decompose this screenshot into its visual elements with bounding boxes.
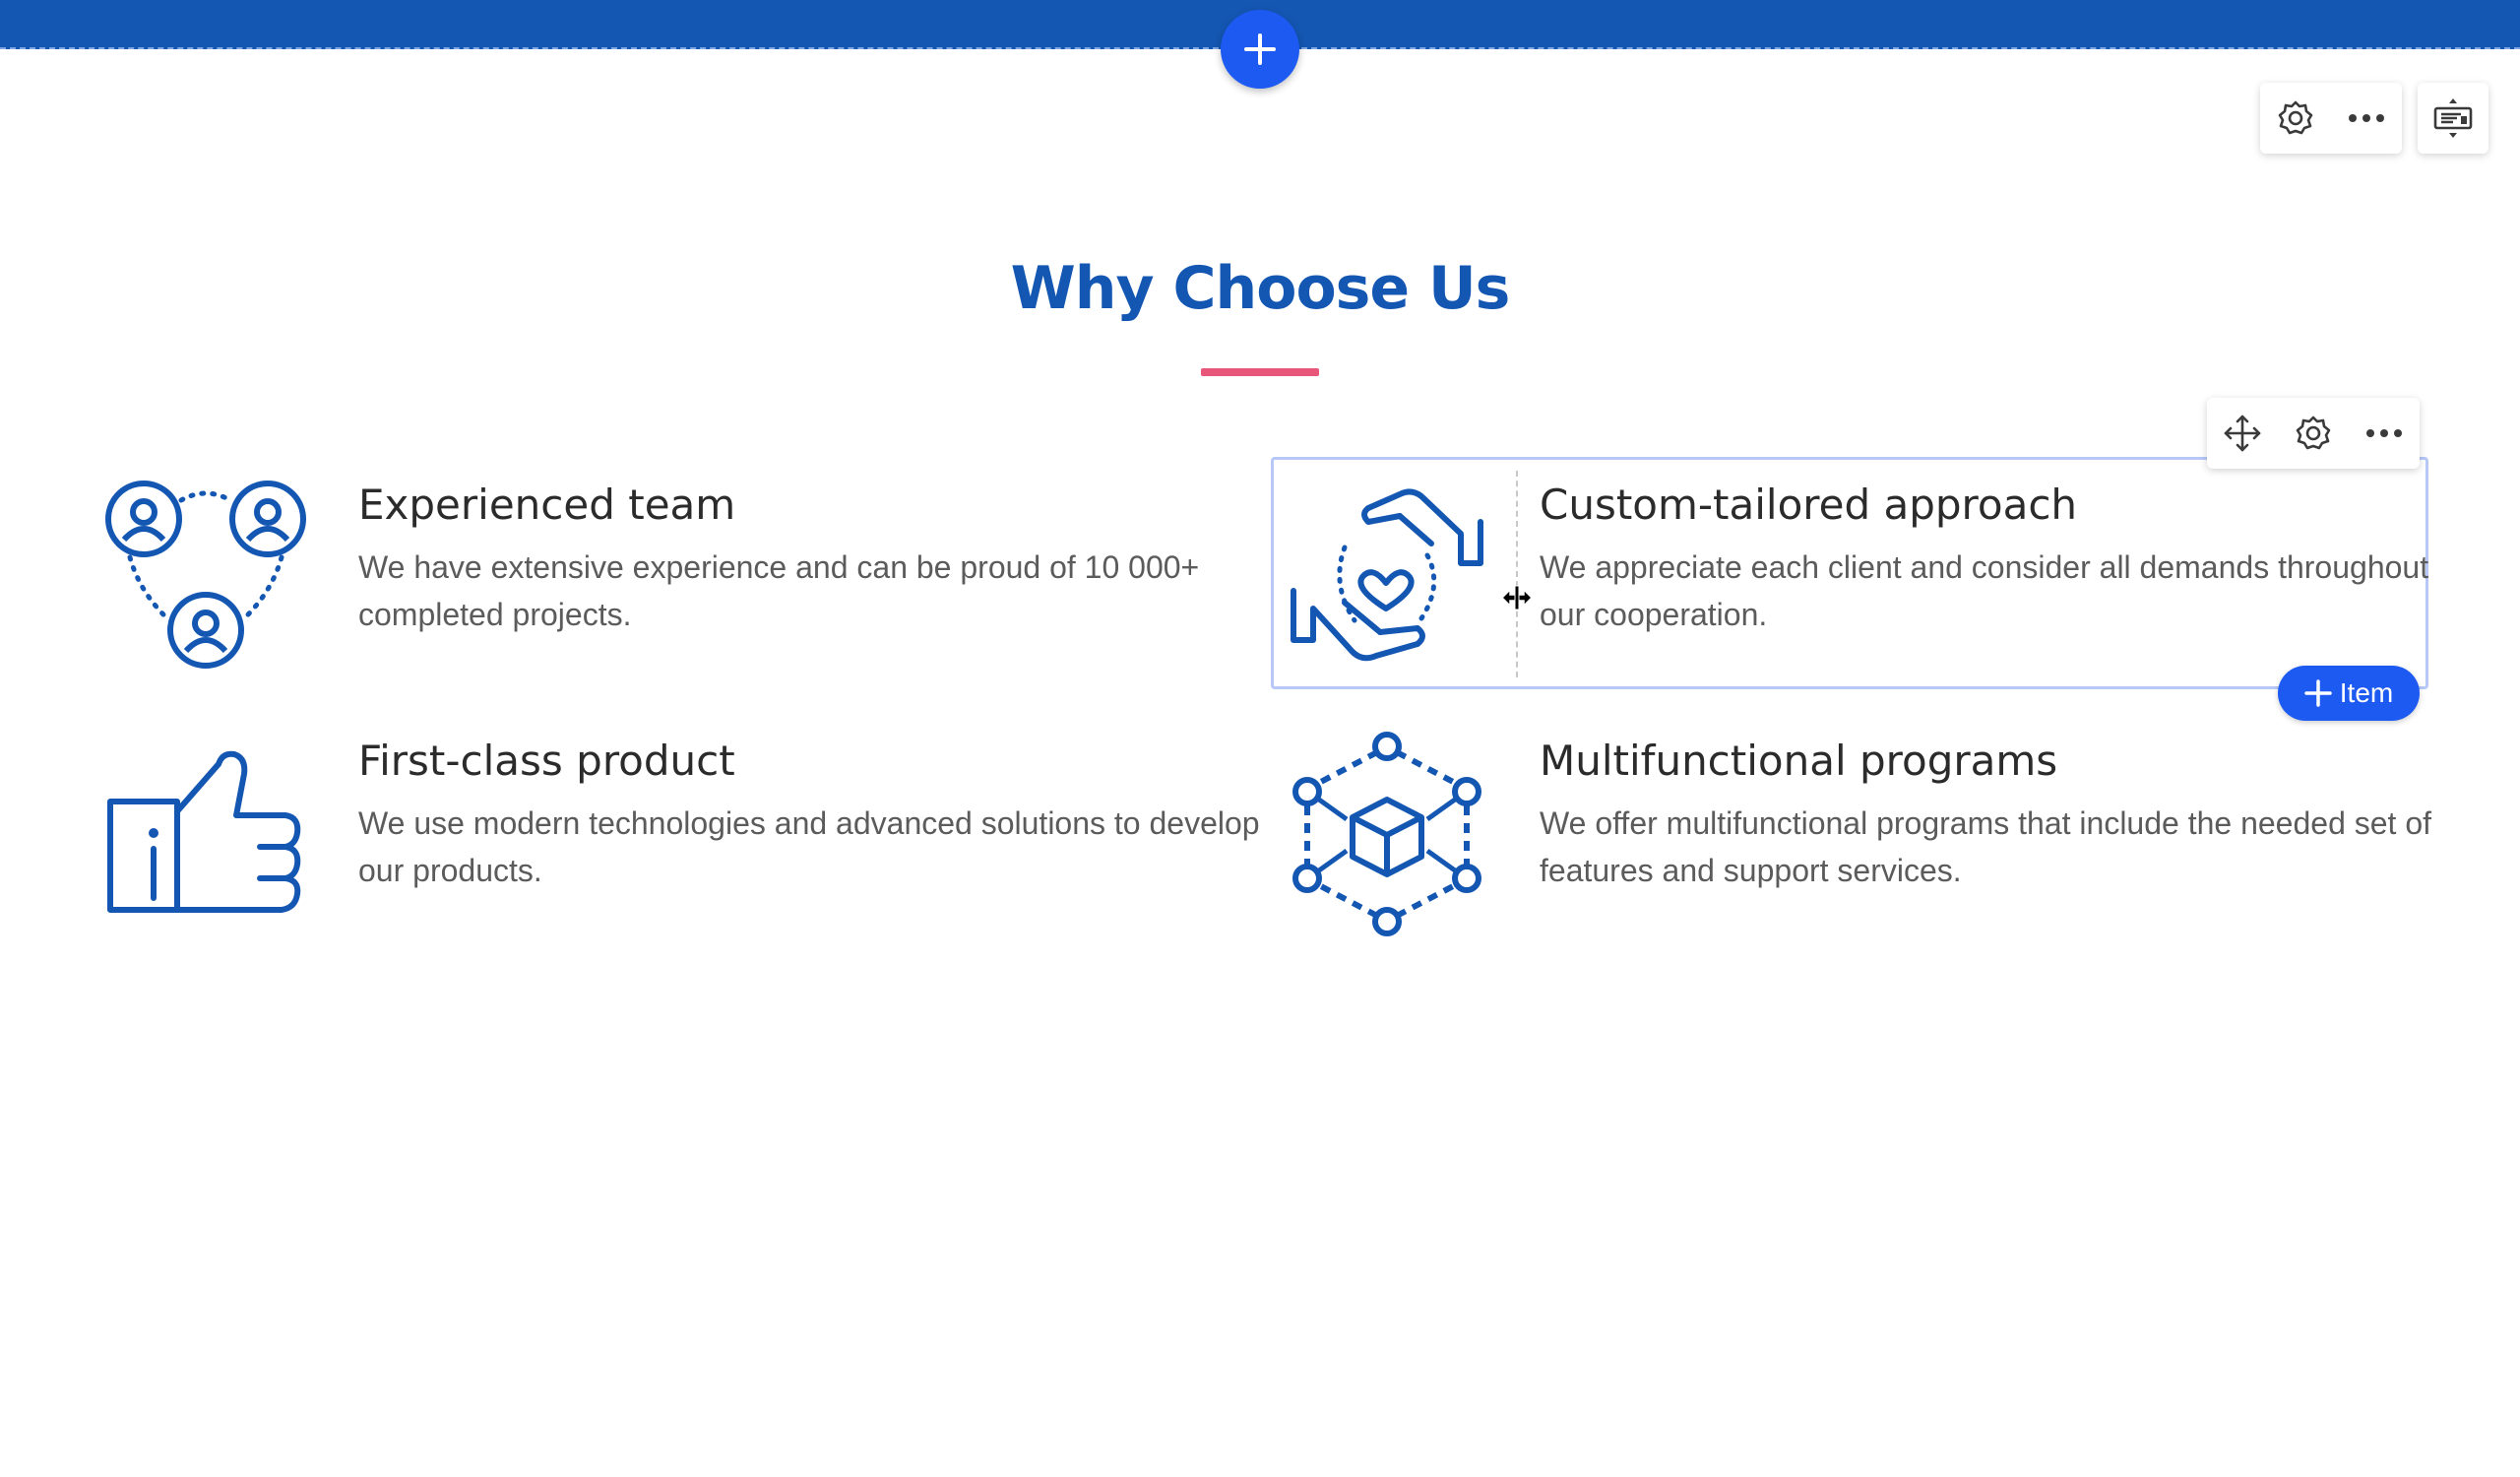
resize-cursor-icon [1500,583,1534,612]
title-underline [1201,368,1319,376]
section-title: Why Choose Us [1010,254,1511,323]
item-settings-button[interactable] [2278,398,2349,469]
feature-description: We use modern technologies and advanced … [358,805,1260,888]
feature-title: First-class product [358,737,735,785]
item-toolbar [2207,398,2420,469]
more-horizontal-icon [2366,429,2402,437]
add-item-button[interactable]: Item [2278,666,2420,721]
thumbs-up-icon [102,731,309,937]
add-section-button[interactable] [1221,10,1299,89]
move-item-button[interactable] [2207,398,2278,469]
more-horizontal-icon [2349,114,2384,122]
column-resize-handle[interactable] [1516,471,1518,677]
item-more-button[interactable] [2349,398,2420,469]
cube-network-icon [1284,731,1490,937]
team-network-icon [102,475,309,681]
layout-toggle-icon [2433,98,2473,138]
section-settings-button[interactable] [2260,83,2331,154]
plus-icon [2304,679,2332,707]
feature-title: Multifunctional programs [1540,737,2058,785]
feature-title: Custom-tailored approach [1540,481,2078,529]
feature-description: We appreciate each client and consider a… [1540,549,2429,632]
layout-toolbar [2418,83,2488,154]
feature-description: We have extensive experience and can be … [358,549,1200,632]
move-icon [2224,415,2261,452]
section-more-button[interactable] [2331,83,2402,154]
section-toolbar [2260,83,2402,154]
plus-icon [1244,33,1276,65]
gear-icon [2278,100,2313,135]
gear-icon [2296,416,2331,450]
add-item-label: Item [2339,677,2394,708]
hands-heart-icon [1284,475,1490,681]
layout-toggle-button[interactable] [2418,83,2488,154]
feature-description: We offer multifunctional programs that i… [1540,805,2432,888]
feature-title: Experienced team [358,481,736,529]
